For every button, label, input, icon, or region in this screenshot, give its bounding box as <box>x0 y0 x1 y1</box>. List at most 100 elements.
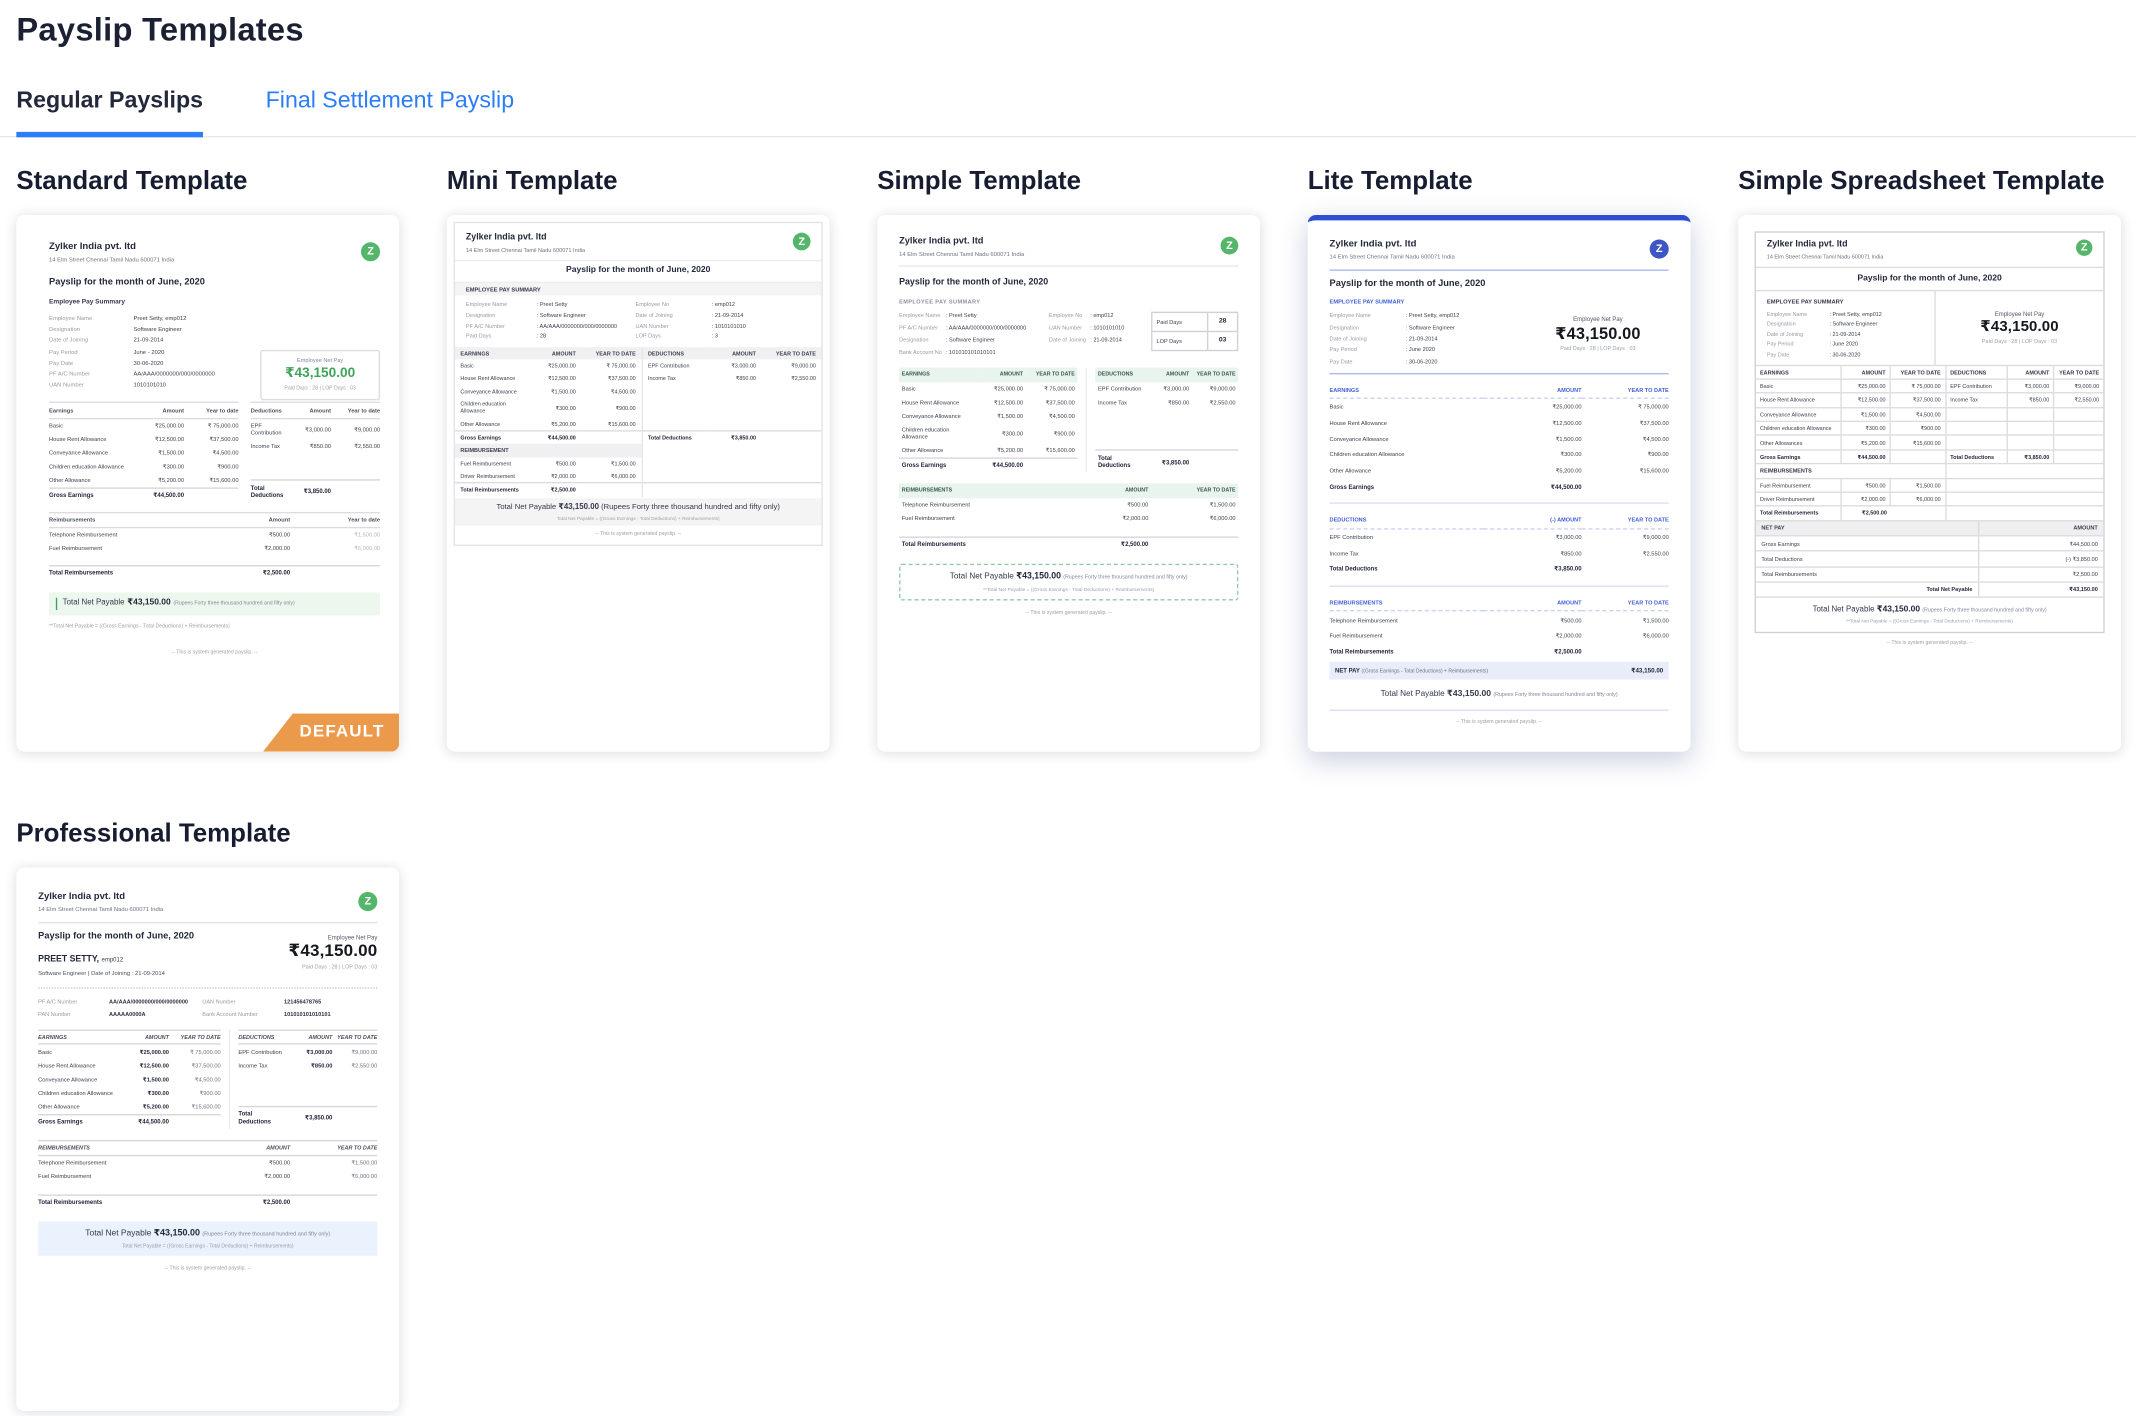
row-label: Other Allowance <box>49 473 134 487</box>
paid-days-value: 28 <box>1207 313 1237 331</box>
paid-days-box: Paid Days 28 LOP Days 03 <box>1151 311 1238 351</box>
deductions-header: Deductions <box>251 402 284 418</box>
mini-template-card[interactable]: Zylker India pvt. ltd 14 Elm Street Chen… <box>447 215 830 752</box>
standard-template-card[interactable]: Zylker India pvt. ltd 14 Elm Street Chen… <box>16 215 399 752</box>
ytd-header: Year to date <box>761 346 821 359</box>
earnings-deductions-section: Earnings Amount Year to date Basic ₹25,0… <box>38 1029 377 1129</box>
mini-template-column: Mini Template Zylker India pvt. ltd 14 E… <box>447 167 830 751</box>
payslip-header: Zylker India pvt. ltd 14 Elm Street Chen… <box>1330 239 1669 260</box>
company-block: Zylker India pvt. ltd 14 Elm Street Chen… <box>49 242 174 263</box>
lite-template-column: Lite Template Zylker India pvt. ltd 14 E… <box>1308 167 1691 751</box>
company-address: 14 Elm Street Chennai Tamil Nadu 600071 … <box>1330 254 1455 261</box>
gross-earnings-row: Gross Earnings ₹44,500.00 <box>49 487 238 502</box>
amount-header: Amount <box>283 402 331 418</box>
page-title: Payslip Templates <box>16 12 2136 50</box>
net-pay-amount: ₹43,150.00 <box>1938 318 2100 337</box>
row-ytd: ₹9,000.00 <box>331 422 380 436</box>
field-value: AAAAA0000A <box>109 1010 202 1017</box>
field-value: : Preet Setty <box>537 301 636 308</box>
payslip-month-heading: Payslip for the month of June, 2020 <box>1330 279 1669 291</box>
formula-note: Total Net Payable = ((Gross Earnings - T… <box>458 516 819 522</box>
gross-earnings-row: Gross Earnings ₹44,500.00 <box>38 1113 221 1128</box>
field-label: Paid Days <box>466 333 537 340</box>
standard-template-column: Standard Template Zylker India pvt. ltd … <box>16 167 399 751</box>
row-amount: ₹850.00 <box>1147 396 1192 410</box>
ytd-header: Year to date <box>290 512 380 528</box>
field-label: Bank Account No <box>899 348 942 355</box>
row-amount: ₹850.00 <box>1483 545 1581 561</box>
row-amount: ₹300.00 <box>117 1086 169 1100</box>
lite-template-title: Lite Template <box>1308 167 1691 197</box>
company-address: 14 Elm Street Chennai Tamil Nadu 600071 … <box>899 250 1024 257</box>
simple-template-card[interactable]: Zylker India pvt. ltd 14 Elm Street Chen… <box>877 215 1260 752</box>
lite-template-card[interactable]: Zylker India pvt. ltd 14 Elm Street Chen… <box>1308 215 1691 752</box>
field-value: : Preet Setty <box>946 311 1038 318</box>
company-address: 14 Elm Street Chennai Tamil Nadu 600071 … <box>1767 253 1884 260</box>
net-pay-label: Employee Net Pay <box>262 357 379 364</box>
field-label: Employee No <box>1049 311 1086 318</box>
deductions-half: Deductions Amount Year to date EPF Contr… <box>1087 368 1238 473</box>
row-amount: ₹3,000.00 <box>1147 382 1192 396</box>
payslip-month-heading: Payslip for the month of June, 2020 <box>49 277 380 289</box>
reimbursements-header: Reimbursements <box>1756 464 1946 478</box>
statutory-fields: PF A/C Number AA/AAA/0000000/000/0000000… <box>38 998 377 1017</box>
total-deductions-row: Total Deductions ₹3,850.00 <box>1330 561 1669 577</box>
total-reimbursements-label: Total Reimbursements <box>455 482 529 496</box>
row-label: Conveyance Allowance <box>38 1073 117 1087</box>
row-ytd: ₹9,000.00 <box>332 1045 377 1059</box>
row-amount: ₹12,500.00 <box>117 1059 169 1073</box>
total-net-payable-band: Total Net Payable ₹43,150.00 (Rupees For… <box>455 498 821 526</box>
reimbursements-table: Reimbursements Amount Year to date Telep… <box>899 484 1238 526</box>
total-net-payable-band: Total Net Payable ₹43,150.00 (Rupees For… <box>38 1222 377 1257</box>
system-note: -- This is system generated payslip. -- <box>899 610 1238 616</box>
row-amount: ₹3,000.00 <box>283 422 331 436</box>
employee-role-line: Software Engineer | Date of Joining : 21… <box>38 969 194 976</box>
payslip-month-heading: Payslip for the month of June, 2020 <box>455 260 821 283</box>
row-ytd: ₹1,500.00 <box>290 528 380 542</box>
earnings-table: Earnings Amount Year to date Basic ₹25,0… <box>38 1029 221 1113</box>
tab-regular-payslips[interactable]: Regular Payslips <box>16 87 203 137</box>
paid-days-line: Paid Days : 28 | LOP Days : 03 <box>288 963 377 970</box>
professional-template-card[interactable]: Zylker India pvt. ltd 14 Elm Street Chen… <box>16 867 399 1411</box>
field-value: AA/AAA/0000000/000/0000000 <box>133 370 277 377</box>
field-value: : Software Engineer <box>1406 324 1527 331</box>
row-label: Other Allowance <box>1330 463 1484 479</box>
row-label: Basic <box>899 382 978 396</box>
row-label: Fuel Reimbursement <box>38 1169 203 1183</box>
field-label: Date of Joining <box>1767 330 1830 337</box>
paid-days-line: Paid Days : 28 | LOP Days : 03 <box>1527 344 1669 351</box>
field-value: : emp012 <box>1090 311 1140 318</box>
row-ytd: ₹1,500.00 <box>290 1156 377 1170</box>
tab-final-settlement-payslip[interactable]: Final Settlement Payslip <box>266 87 514 136</box>
row-label: Fuel Reimbursement <box>455 457 529 470</box>
row-amount: ₹2,000.00 <box>200 542 290 556</box>
gross-earnings-row: Gross Earnings ₹44,500.00 <box>899 457 1077 472</box>
field-label: Pay Period <box>1767 340 1830 347</box>
earnings-half: Earnings Amount Year to date Basic ₹25,0… <box>38 1029 229 1129</box>
summary-fields: Employee Name : Preet Setty, emp012 Desi… <box>1767 310 1924 357</box>
field-value: : Preet Setty, emp012 <box>1406 312 1527 319</box>
reimbursements-table: Reimbursements Amount Year to date Telep… <box>49 512 380 556</box>
row-label: EPF Contribution <box>1330 529 1484 545</box>
field-label: Designation <box>1767 320 1830 327</box>
total-reimbursements-row: Total Reimbursements ₹2,500.00 <box>899 536 1238 551</box>
summary-fields-right: Employee No : emp012 UAN Number : 101010… <box>1049 311 1140 355</box>
spreadsheet-template-card[interactable]: Zylker India pvt. ltd 14 Elm Street Chen… <box>1738 215 2121 752</box>
row-label: Other Allowance <box>455 417 529 430</box>
row-ytd: ₹15,600.00 <box>184 473 238 487</box>
employee-id: emp012 <box>102 956 124 963</box>
row-label: Basic <box>455 359 529 372</box>
field-label: UAN Number <box>202 998 284 1005</box>
field-value: : Software Engineer <box>1829 320 1923 327</box>
standard-template-title: Standard Template <box>16 167 399 197</box>
company-name: Zylker India pvt. ltd <box>1767 239 1884 250</box>
formula-note: **Total Net Payable = ((Gross Earnings -… <box>49 623 380 629</box>
formula-note: Total Net Payable = ((Gross Earnings - T… <box>42 1243 373 1249</box>
row-label: Income Tax <box>641 372 710 385</box>
row-amount: ₹300.00 <box>978 427 1026 441</box>
total-net-payable-box: Total Net Payable ₹43,150.00 (Rupees For… <box>1756 598 2103 632</box>
field-label: Pay Period <box>49 348 133 355</box>
summary-section: Employee Pay Summary Employee Name : Pre… <box>1756 291 2103 366</box>
summary-fields: Employee Name : Preet Setty, emp012 Desi… <box>1330 312 1528 364</box>
row-label: Telephone Reimbursement <box>1330 612 1484 628</box>
